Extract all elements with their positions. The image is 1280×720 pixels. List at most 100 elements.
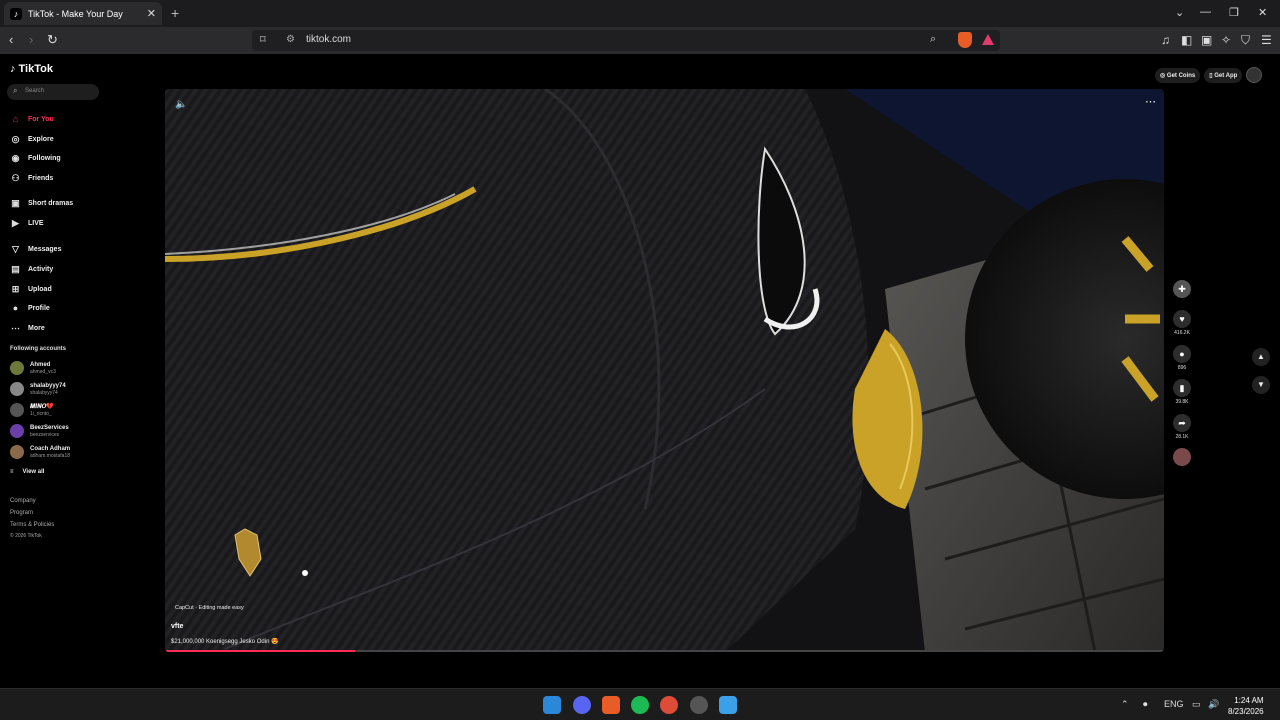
- tray-chevron-icon[interactable]: ⌃: [1121, 699, 1129, 710]
- save-button[interactable]: ▮ 39.8K: [1169, 379, 1195, 405]
- url-text[interactable]: tiktok.com: [306, 34, 351, 45]
- maximize-button[interactable]: ❐: [1229, 6, 1239, 19]
- account-name: BeezServices: [30, 424, 69, 431]
- video-progress-bar[interactable]: [165, 650, 1164, 652]
- sidebar-item-messages[interactable]: ▽ Messages: [10, 244, 61, 255]
- app-icon[interactable]: [690, 696, 708, 714]
- footer-copyright: © 2026 TikTok: [10, 533, 42, 539]
- network-icon[interactable]: ▭: [1192, 699, 1201, 710]
- search-input[interactable]: ⌕ Search: [7, 84, 99, 100]
- like-button[interactable]: ♥ 416.2K: [1169, 310, 1195, 336]
- site-info-icon[interactable]: ⚙: [286, 34, 295, 45]
- video-username[interactable]: vfte: [171, 623, 183, 630]
- next-video-button[interactable]: ▼: [1252, 376, 1270, 394]
- share-button[interactable]: ➦ 28.1K: [1169, 414, 1195, 440]
- get-app-label: Get App: [1214, 72, 1238, 79]
- back-icon[interactable]: ‹: [9, 32, 13, 47]
- sidebar-item-explore[interactable]: ◎ Explore: [10, 134, 54, 145]
- sidebar-item-label: For You: [28, 115, 54, 123]
- window-app-icon[interactable]: [719, 696, 737, 714]
- more-options-icon[interactable]: ⋯: [1145, 95, 1156, 108]
- following-account[interactable]: shalabyyy74 shalabyyy74: [10, 382, 66, 396]
- sidebar-icon[interactable]: ◧: [1181, 33, 1192, 47]
- previous-video-button[interactable]: ▲: [1252, 348, 1270, 366]
- language-indicator[interactable]: ENG: [1164, 699, 1184, 709]
- footer-program[interactable]: Program: [10, 510, 33, 516]
- profile-icon: ●: [12, 303, 19, 313]
- user-avatar[interactable]: [1246, 67, 1263, 83]
- sidebar-item-for-you[interactable]: ⌂ For You: [10, 114, 54, 124]
- microphone-icon[interactable]: ⏺: [1143, 699, 1148, 710]
- close-window-button[interactable]: ✕: [1258, 6, 1267, 19]
- top-right-actions: ◎ Get Coins ▯ Get App: [1155, 67, 1263, 83]
- new-tab-button[interactable]: +: [171, 5, 179, 21]
- bookmark-icon[interactable]: ⌑: [260, 33, 266, 46]
- get-app-button[interactable]: ▯ Get App: [1204, 67, 1243, 83]
- start-icon[interactable]: [543, 696, 561, 714]
- footer-terms[interactable]: Terms & Policies: [10, 522, 54, 528]
- sidebar-item-friends[interactable]: ⚇ Friends: [10, 173, 53, 184]
- video-frame: [165, 89, 1164, 652]
- like-count: 416.2K: [1174, 330, 1190, 336]
- spotify-icon[interactable]: [631, 696, 649, 714]
- sidebar-item-following[interactable]: ◉ Following: [10, 153, 61, 164]
- leo-ai-icon[interactable]: ✧: [1221, 33, 1231, 47]
- sidebar-item-label: Profile: [28, 304, 50, 312]
- footer-company[interactable]: Company: [10, 498, 36, 504]
- clock[interactable]: 1:24 AM 8/23/2026: [1228, 695, 1264, 717]
- view-all-button[interactable]: ≡ View all: [10, 469, 44, 475]
- volume-icon[interactable]: 🔈: [175, 99, 187, 110]
- sidebar-item-upload[interactable]: ⊞ Upload: [10, 284, 52, 295]
- following-account[interactable]: 𝑴𝑰𝑵𝑶💔 1i_ricnto_: [10, 403, 54, 417]
- sidebar-item-activity[interactable]: ▤ Activity: [10, 264, 53, 275]
- get-coins-button[interactable]: ◎ Get Coins: [1155, 67, 1201, 83]
- account-name: 𝑴𝑰𝑵𝑶💔: [30, 403, 54, 410]
- following-account[interactable]: Ahmed ahmed_vc3: [10, 361, 56, 375]
- sidebar-item-profile[interactable]: ● Profile: [10, 303, 50, 313]
- chrome-icon[interactable]: [660, 696, 678, 714]
- vpn-icon[interactable]: ⛉: [1241, 33, 1250, 48]
- menu-icon[interactable]: ☰: [1261, 33, 1272, 47]
- wallet-icon[interactable]: ▣: [1201, 33, 1212, 47]
- zoom-icon[interactable]: ⌕: [930, 33, 936, 46]
- sidebar-item-label: Messages: [28, 246, 62, 253]
- list-icon: ≡: [10, 469, 14, 475]
- search-icon: ⌕: [13, 86, 18, 95]
- volume-tray-icon[interactable]: 🔊: [1208, 699, 1219, 710]
- creator-avatar-button[interactable]: ✚: [1169, 280, 1195, 298]
- media-icon[interactable]: ♫: [1161, 33, 1170, 47]
- sidebar-item-more[interactable]: ⋯ More: [10, 323, 45, 334]
- following-account[interactable]: BeezServices beezservices: [10, 424, 69, 438]
- account-name: Ahmed: [30, 361, 51, 368]
- comment-button[interactable]: ● 896: [1169, 345, 1195, 371]
- sound-disc-button[interactable]: [1169, 448, 1195, 466]
- sidebar-item-label: More: [28, 325, 45, 332]
- forward-icon[interactable]: ›: [29, 32, 33, 47]
- sidebar-item-live[interactable]: ▶ LIVE: [10, 218, 44, 229]
- tab-search-chevron-icon[interactable]: ⌄: [1175, 6, 1184, 19]
- account-name: Coach Adham: [30, 445, 71, 452]
- account-text: shalabyyy74 shalabyyy74: [30, 383, 66, 396]
- browser-tab[interactable]: ♪ TikTok - Make Your Day ✕: [4, 2, 162, 25]
- video-player[interactable]: 🔈 ⋯ CapCut · Editing made easy vfte $21,…: [165, 89, 1164, 652]
- video-caption: $21,000,000 Koenigsegg Jesko Odin 😍: [171, 639, 279, 645]
- capcut-tag[interactable]: CapCut · Editing made easy: [175, 605, 244, 611]
- brave-rewards-icon[interactable]: [982, 34, 994, 45]
- following-account[interactable]: Coach Adham adham.mostafa18: [10, 445, 70, 459]
- sidebar-item-label: Friends: [28, 175, 54, 182]
- sidebar-item-label: LIVE: [28, 220, 44, 227]
- account-handle: adham.mostafa18: [30, 452, 71, 459]
- address-bar[interactable]: ⌑ ⚙ tiktok.com ⌕: [252, 30, 1000, 51]
- share-count: 28.1K: [1175, 434, 1189, 440]
- reload-icon[interactable]: ↻: [47, 32, 58, 48]
- minimize-button[interactable]: —: [1200, 6, 1211, 18]
- tab-close-icon[interactable]: ✕: [147, 7, 156, 20]
- sidebar-item-label: Short dramas: [28, 200, 74, 207]
- brave-icon[interactable]: [602, 696, 620, 714]
- discord-icon[interactable]: [573, 696, 591, 714]
- sidebar-item-short-dramas[interactable]: ▣ Short dramas: [10, 198, 73, 209]
- tiktok-logo[interactable]: ♪ TikTok: [10, 63, 53, 75]
- live-icon: ▶: [12, 218, 19, 228]
- brave-shields-icon[interactable]: [958, 32, 972, 48]
- taskbar: ⌃ ⏺ ENG ▭ 🔊 1:24 AM 8/23/2026: [0, 688, 1280, 720]
